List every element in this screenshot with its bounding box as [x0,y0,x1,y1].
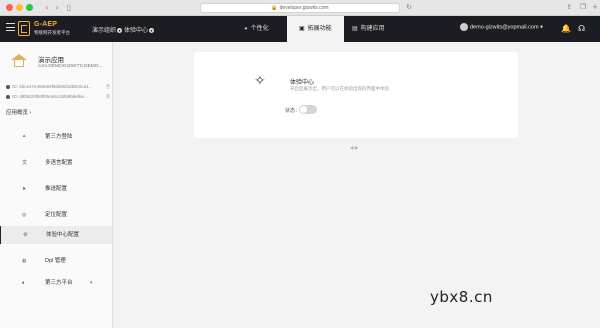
app-name: 演示应用 [38,57,64,64]
url-text: developer.gizwits.com [279,5,329,11]
chevron-down-icon: ▾ [540,24,543,31]
logo-subtitle: 物联网开发者平台 [34,30,70,35]
status-toggle[interactable] [299,105,317,114]
sidebar-item-third-party-platform[interactable]: ⬧ 第三方平台 ▾ [0,274,112,292]
breadcrumb-org[interactable]: 演示组织 ▾ [92,25,123,34]
headset-icon[interactable]: ☊ [578,24,585,33]
reload-icon[interactable]: ↻ [404,3,414,12]
sidebar-item-multilanguage[interactable]: 文多语言配置 [0,154,112,172]
chevron-right-icon: › [29,110,32,116]
language-icon: 文 [22,160,28,166]
app-id-row: ID: 5bce47e456e94f66b96f16b8c9ca1... ⎘ [6,84,110,89]
address-bar[interactable]: 🔒 developer.gizwits.com [200,3,400,13]
status-label: 状态： [285,108,301,114]
breadcrumb-project[interactable]: 体验中心 ▾ [124,25,155,34]
experience-icon: ⚙ [23,232,28,238]
dpl-icon: ◍ [22,258,27,264]
lock-icon: 🔒 [271,5,278,11]
sidebar-item-location[interactable]: ◎ 定位配置 [0,206,112,224]
app-overview-link[interactable]: 应用概览 › [6,108,31,116]
tab-build-app[interactable]: ▤ 构建应用 [352,16,385,42]
apple-icon [6,84,10,89]
card-title: 体验中心 [290,80,315,86]
sidebar-item-dpl[interactable]: ◍ Dpl 管理 [0,252,112,270]
tab-personalize[interactable]: ◕ 个性化 [244,16,269,42]
app-secret-row: ID: d8f5620fb6ff054e5c26f69b8ef6e... ⎘ [6,94,110,99]
app-window: ‹ › ▯ 🔒 developer.gizwits.com ↻ ⇪ ❐ + G-A… [0,0,600,328]
link-icon: ⚭ [22,134,27,140]
platform-icon: ⬧ [22,280,25,286]
watermark-text: ybx8.cn [430,288,493,306]
sidebar-item-third-party-login[interactable]: ⚭ 第三方登陆 [0,128,112,146]
sidebar-toggle-icon[interactable]: ▯ [64,3,74,12]
tab-extensions[interactable]: ▣ 拓展功能 [287,16,344,42]
menu-icon[interactable] [6,23,15,32]
new-tab-icon[interactable]: + [590,3,600,12]
card-description: 开启后展示出，用户可以在体验出现的界面中体验 [290,86,389,91]
push-icon: ➤ [22,186,27,192]
chevron-down-icon: ▾ [117,27,123,33]
browser-toolbar: ‹ › ▯ 🔒 developer.gizwits.com ↻ ⇪ ❐ + [0,0,600,16]
android-icon [6,94,10,99]
app-code: com.DEMOGIZWITS.DEMO... [38,64,103,69]
forward-icon[interactable]: › [52,3,62,12]
user-email: demo-gizwits@yopmail.com [470,24,539,31]
chevron-down-icon: ▾ [149,27,155,33]
user-menu[interactable]: demo-gizwits@yopmail.com ▾ [460,23,543,31]
build-icon: ▤ [352,26,358,32]
sidebar: 演示应用 com.DEMOGIZWITS.DEMO... ID: 5bce47e… [0,42,113,328]
tabs-overview-icon[interactable]: ❐ [578,3,588,12]
palette-icon: ◕ [244,26,248,32]
bell-icon[interactable]: 🔔 [561,24,571,33]
close-window-button[interactable] [6,4,13,11]
maximize-window-button[interactable] [26,4,33,11]
chevron-down-icon: ▾ [90,280,93,286]
home-icon [11,54,27,67]
sidebar-item-experience-center[interactable]: ⚙ 体验中心配置 [0,226,112,244]
avatar [460,23,468,31]
experience-center-card: ✧ 体验中心 开启后展示出，用户可以在体验出现的界面中体验 状态： [194,52,518,138]
sidebar-item-push[interactable]: ➤ 推送配置 [0,180,112,198]
app-header: G-AEP 物联网开发者平台 演示组织 ▾ 体验中心 ▾ ◕ 个性化 ▣ 拓展功能 ▤ 构… [0,16,600,42]
copy-icon[interactable]: ⎘ [106,94,110,99]
share-icon[interactable]: ⇪ [564,3,574,12]
copy-icon[interactable]: ⎘ [106,84,110,89]
logo-title: G-AEP [34,21,58,28]
location-icon: ◎ [22,212,27,218]
app-summary: 演示应用 com.DEMOGIZWITS.DEMO... [0,42,112,80]
logo-icon [18,21,30,36]
extension-icon: ▣ [299,26,305,32]
magic-wand-icon: ✧ [254,73,266,89]
minimize-window-button[interactable] [16,4,23,11]
back-icon[interactable]: ‹ [42,3,52,12]
pagination-arrows[interactable]: ◀ ▶ [350,146,358,151]
